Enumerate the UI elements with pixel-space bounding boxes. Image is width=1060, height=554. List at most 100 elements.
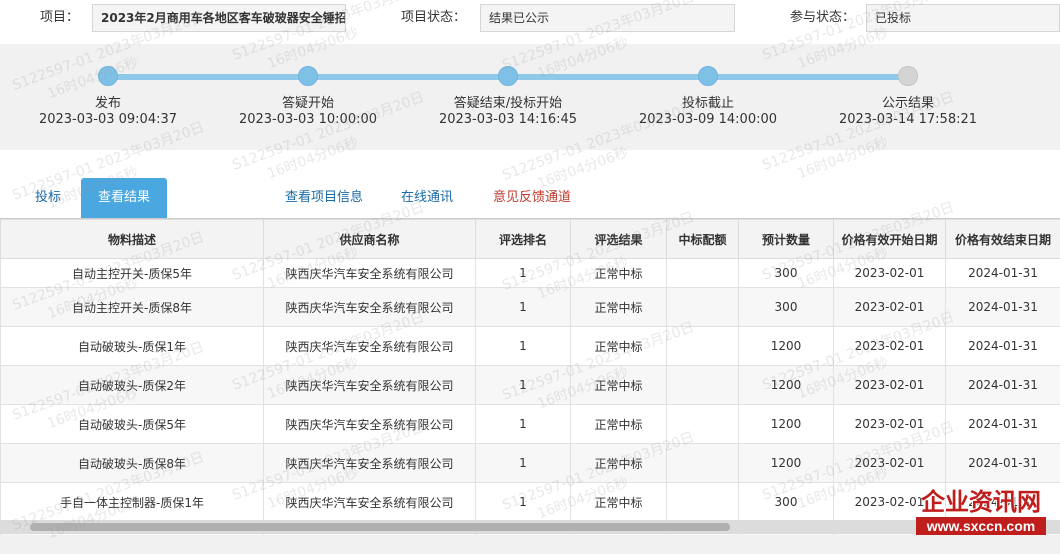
scrollbar-thumb[interactable] [30, 523, 730, 531]
cell-quota [667, 327, 739, 366]
cell-result: 正常中标 [571, 405, 667, 444]
status-field[interactable]: 结果已公示 [480, 4, 735, 32]
cell-quantity: 300 [739, 288, 834, 327]
table-row[interactable]: 自动主控开关-质保5年陕西庆华汽车安全系统有限公司1正常中标3002023-02… [1, 259, 1060, 288]
cell-rank: 1 [476, 327, 571, 366]
cell-result: 正常中标 [571, 366, 667, 405]
cell-start-date: 2023-02-01 [834, 444, 946, 483]
cell-quota [667, 288, 739, 327]
step-time-publish: 2023-03-03 09:04:37 [23, 112, 193, 127]
cell-rank: 1 [476, 259, 571, 288]
cell-rank: 1 [476, 366, 571, 405]
cell-end-date: 2024-01-31 [946, 444, 1060, 483]
step-name-announce: 公示结果 [823, 92, 993, 111]
cell-quota [667, 483, 739, 522]
table-row[interactable]: 手自一体主控制器-质保1年陕西庆华汽车安全系统有限公司1正常中标3002023-… [1, 483, 1060, 522]
cell-quota [667, 444, 739, 483]
col-header-rank[interactable]: 评选排名 [476, 220, 571, 259]
col-header-quantity[interactable]: 预计数量 [739, 220, 834, 259]
col-header-result[interactable]: 评选结果 [571, 220, 667, 259]
col-header-material[interactable]: 物料描述 [1, 220, 264, 259]
cell-material: 自动破玻头-质保1年 [1, 327, 264, 366]
tab-online-comm[interactable]: 在线通讯 [392, 178, 462, 218]
cell-start-date: 2023-02-01 [834, 259, 946, 288]
step-time-announce: 2023-03-14 17:58:21 [823, 112, 993, 127]
logo-url: www.sxccn.com [916, 517, 1046, 535]
project-header: 项目： 2023年2月商用车各地区客车破玻器安全锤招 项目状态： 结果已公示 参… [0, 0, 1060, 44]
cell-supplier: 陕西庆华汽车安全系统有限公司 [264, 405, 476, 444]
col-header-end-date[interactable]: 价格有效结束日期 [946, 220, 1060, 259]
step-dot-announce [898, 66, 918, 86]
table-row[interactable]: 自动破玻头-质保8年陕西庆华汽车安全系统有限公司1正常中标 12002023-02… [1, 444, 1060, 483]
cell-rank: 1 [476, 483, 571, 522]
cell-material: 自动破玻头-质保5年 [1, 405, 264, 444]
cell-supplier: 陕西庆华汽车安全系统有限公司 [264, 444, 476, 483]
tab-project-info[interactable]: 查看项目信息 [274, 178, 374, 218]
cell-material: 自动主控开关-质保8年 [1, 288, 264, 327]
result-table-container: 物料描述 供应商名称 评选排名 评选结果 中标配额 预计数量 价格有效开始日期 … [0, 218, 1060, 535]
table-row[interactable]: 自动主控开关-质保8年陕西庆华汽车安全系统有限公司1正常中标 3002023-02… [1, 288, 1060, 327]
tab-bar: 投标 查看结果 查看项目信息 在线通讯 意见反馈通道 [0, 150, 1060, 218]
cell-start-date: 2023-02-01 [834, 327, 946, 366]
participation-field[interactable]: 已投标 [866, 4, 1060, 32]
project-field[interactable]: 2023年2月商用车各地区客车破玻器安全锤招 [92, 4, 346, 32]
cell-start-date: 2023-02-01 [834, 288, 946, 327]
cell-quantity: 1200 [739, 405, 834, 444]
tab-bid[interactable]: 投标 [22, 178, 74, 218]
status-label: 项目状态： [401, 6, 466, 25]
col-header-quota[interactable]: 中标配额 [667, 220, 739, 259]
cell-end-date: 2024-01-31 [946, 327, 1060, 366]
cell-result: 正常中标 [571, 259, 667, 288]
step-name-bid-close: 投标截止 [623, 92, 793, 111]
table-row[interactable]: 自动破玻头-质保5年陕西庆华汽车安全系统有限公司1正常中标 12002023-02… [1, 405, 1060, 444]
cell-rank: 1 [476, 405, 571, 444]
cell-result: 正常中标 [571, 288, 667, 327]
step-time-bid-start: 2023-03-03 14:16:45 [423, 112, 593, 127]
table-header-row: 物料描述 供应商名称 评选排名 评选结果 中标配额 预计数量 价格有效开始日期 … [1, 220, 1060, 259]
cell-quantity: 1200 [739, 327, 834, 366]
cell-end-date: 2024-01-31 [946, 405, 1060, 444]
cell-supplier: 陕西庆华汽车安全系统有限公司 [264, 327, 476, 366]
cell-quantity: 300 [739, 483, 834, 522]
cell-rank: 1 [476, 288, 571, 327]
step-dot-bid-close [698, 66, 718, 86]
cell-supplier: 陕西庆华汽车安全系统有限公司 [264, 366, 476, 405]
logo-name: 企业资讯网 [906, 482, 1056, 517]
step-name-bid-start: 答疑结束/投标开始 [423, 92, 593, 111]
cell-quota [667, 366, 739, 405]
cell-material: 自动破玻头-质保2年 [1, 366, 264, 405]
cell-quota [667, 405, 739, 444]
horizontal-scrollbar[interactable] [0, 520, 1060, 534]
cell-supplier: 陕西庆华汽车安全系统有限公司 [264, 288, 476, 327]
step-dot-publish [98, 66, 118, 86]
col-header-start-date[interactable]: 价格有效开始日期 [834, 220, 946, 259]
cell-result: 正常中标 [571, 444, 667, 483]
step-dot-qa-start [298, 66, 318, 86]
cell-material: 自动主控开关-质保5年 [1, 259, 264, 288]
cell-rank: 1 [476, 444, 571, 483]
cell-end-date: 2024-01-31 [946, 259, 1060, 288]
cell-quantity: 1200 [739, 444, 834, 483]
step-time-bid-close: 2023-03-09 14:00:00 [623, 112, 793, 127]
cell-start-date: 2023-02-01 [834, 366, 946, 405]
tab-view-result[interactable]: 查看结果 [81, 178, 167, 218]
project-label: 项目： [40, 6, 79, 25]
step-time-qa-start: 2023-03-03 10:00:00 [223, 112, 393, 127]
step-name-publish: 发布 [23, 92, 193, 111]
col-header-supplier[interactable]: 供应商名称 [264, 220, 476, 259]
cell-result: 正常中标 [571, 483, 667, 522]
table-row[interactable]: 自动破玻头-质保2年陕西庆华汽车安全系统有限公司1正常中标 12002023-02… [1, 366, 1060, 405]
progress-timeline: 发布 2023-03-03 09:04:37 答疑开始 2023-03-03 1… [0, 44, 1060, 150]
cell-quantity: 300 [739, 259, 834, 288]
cell-material: 自动破玻头-质保8年 [1, 444, 264, 483]
cell-end-date: 2024-01-31 [946, 366, 1060, 405]
tab-feedback[interactable]: 意见反馈通道 [482, 178, 582, 218]
cell-start-date: 2023-02-01 [834, 405, 946, 444]
step-name-qa-start: 答疑开始 [223, 92, 393, 111]
cell-supplier: 陕西庆华汽车安全系统有限公司 [264, 483, 476, 522]
cell-end-date: 2024-01-31 [946, 288, 1060, 327]
cell-quantity: 1200 [739, 366, 834, 405]
step-dot-bid-start [498, 66, 518, 86]
cell-material: 手自一体主控制器-质保1年 [1, 483, 264, 522]
table-row[interactable]: 自动破玻头-质保1年陕西庆华汽车安全系统有限公司1正常中标12002023-02… [1, 327, 1060, 366]
